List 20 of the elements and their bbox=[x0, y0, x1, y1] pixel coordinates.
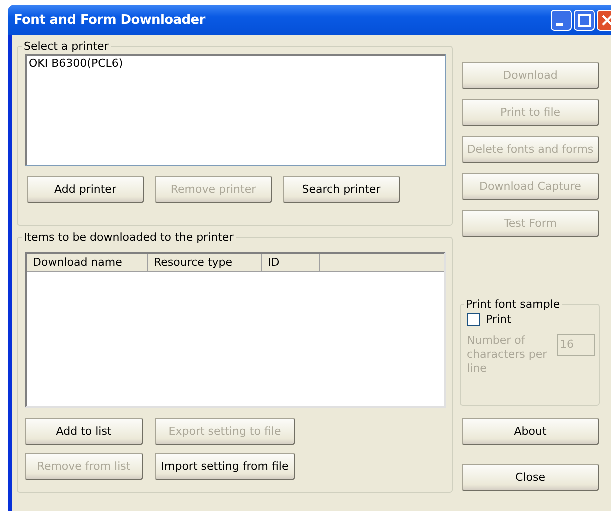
group-label: Print font sample bbox=[465, 298, 562, 311]
maximize-icon[interactable] bbox=[574, 10, 595, 30]
download-list[interactable]: Download name Resource type ID bbox=[25, 252, 446, 408]
column-header[interactable]: Resource type bbox=[148, 254, 262, 272]
window-title: Font and Form Downloader bbox=[14, 12, 206, 28]
printer-list[interactable]: OKI B6300(PCL6) bbox=[25, 54, 446, 166]
group-label: Select a printer bbox=[23, 40, 110, 53]
checkbox-label: Print bbox=[486, 313, 512, 326]
group-label: Items to be downloaded to the printer bbox=[23, 231, 235, 244]
push-button[interactable]: Import setting from file bbox=[155, 453, 295, 480]
minimize-icon[interactable] bbox=[551, 10, 572, 30]
push-button[interactable]: Close bbox=[462, 464, 599, 491]
column-header[interactable]: Download name bbox=[27, 254, 148, 272]
push-button[interactable]: Add printer bbox=[27, 176, 144, 203]
list-item[interactable]: OKI B6300(PCL6) bbox=[27, 56, 445, 71]
push-button[interactable]: Add to list bbox=[25, 418, 143, 445]
column-header[interactable]: ID bbox=[262, 254, 320, 272]
push-button[interactable]: About bbox=[462, 418, 599, 445]
push-button[interactable]: Search printer bbox=[283, 176, 400, 203]
field-label: Number of characters per line bbox=[467, 334, 548, 376]
